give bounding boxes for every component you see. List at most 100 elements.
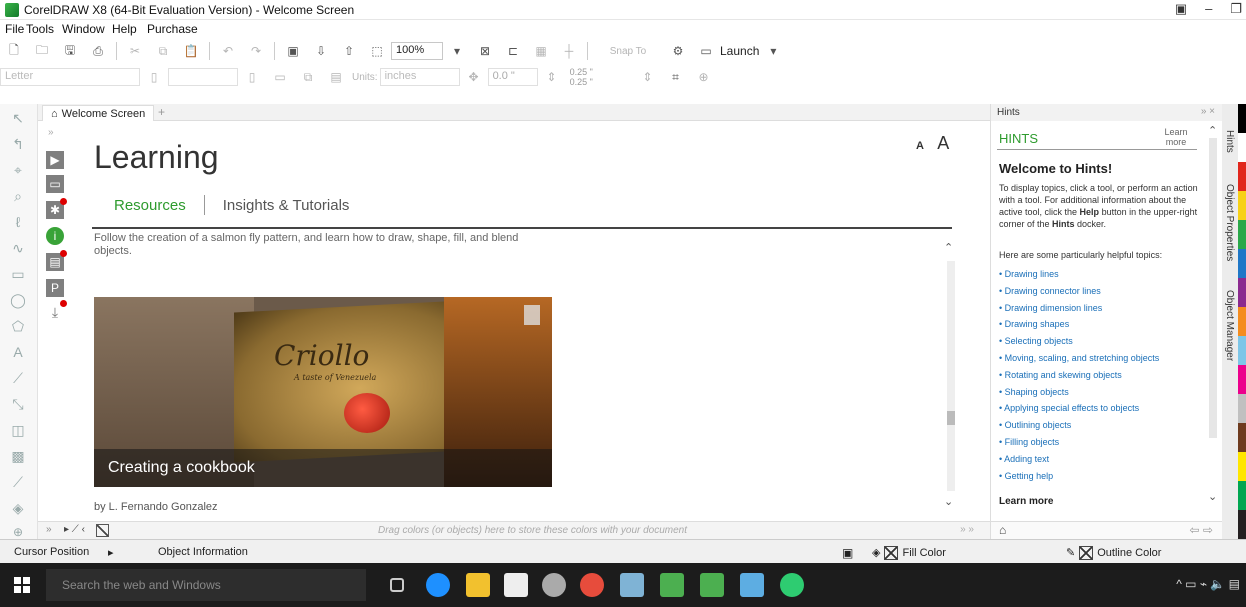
resource-card[interactable]: Criollo A taste of Venezuela Creating a … bbox=[94, 297, 552, 487]
open-icon[interactable]: 🗀 bbox=[34, 43, 50, 59]
transparency-tool-icon[interactable]: ▩ bbox=[8, 446, 28, 466]
palette-swatch[interactable] bbox=[1238, 336, 1246, 365]
menu-tools[interactable]: Tools bbox=[26, 22, 54, 36]
palette-swatch[interactable] bbox=[1238, 452, 1246, 481]
outline-indicator[interactable]: ✎ Outline Color bbox=[1066, 546, 1161, 561]
cut-icon[interactable]: ✂ bbox=[127, 43, 143, 59]
undo-icon[interactable]: ↶ bbox=[220, 43, 236, 59]
duplicate-y-field[interactable]: 0.25 " bbox=[570, 77, 630, 87]
docker-tab-object-properties[interactable]: Object Properties bbox=[1224, 184, 1235, 261]
expand-nav-icon[interactable]: » bbox=[48, 127, 54, 138]
palette-swatch[interactable] bbox=[1238, 510, 1246, 539]
scroll-down-chevron-icon[interactable]: ⌄ bbox=[944, 495, 953, 508]
topic-link[interactable]: • Adding text bbox=[999, 451, 1209, 468]
save-icon[interactable]: 🖫 bbox=[62, 43, 78, 59]
landscape-icon[interactable]: ▭ bbox=[272, 69, 288, 85]
add-frame-icon[interactable]: ⊕ bbox=[696, 69, 712, 85]
scroll-track[interactable] bbox=[947, 261, 955, 491]
zoom-level-field[interactable]: 100% bbox=[391, 42, 443, 60]
portrait-icon[interactable]: ▯ bbox=[244, 69, 260, 85]
nudge-spinner-icon[interactable]: ⇕ bbox=[544, 69, 560, 85]
palette-swatch[interactable] bbox=[1238, 220, 1246, 249]
corel-app-icon[interactable] bbox=[700, 573, 724, 597]
scroll-up-chevron-icon[interactable]: ⌃ bbox=[944, 241, 953, 254]
print-icon[interactable]: ⎙ bbox=[90, 43, 106, 59]
welcome-whats-new-icon[interactable]: ✱ bbox=[46, 198, 67, 219]
text-tool-icon[interactable]: A bbox=[8, 342, 28, 362]
edge-browser-icon[interactable] bbox=[426, 573, 450, 597]
topic-link[interactable]: • Moving, scaling, and stretching object… bbox=[999, 350, 1209, 367]
welcome-product-details-icon[interactable]: P bbox=[46, 279, 64, 297]
palette-swatch[interactable] bbox=[1238, 394, 1246, 423]
learn-more-link[interactable]: Learn more bbox=[1159, 127, 1193, 147]
duplicate-x-field[interactable]: 0.25 " bbox=[570, 67, 630, 77]
palette-swatch[interactable] bbox=[1238, 191, 1246, 220]
topic-link[interactable]: • Outlining objects bbox=[999, 417, 1209, 434]
coreldraw-taskbar-icon[interactable] bbox=[780, 573, 804, 597]
font-larger-button[interactable]: A bbox=[937, 133, 949, 153]
topic-link[interactable]: • Applying special effects to objects bbox=[999, 400, 1209, 417]
eyedropper-tool-icon[interactable]: ⟋ bbox=[8, 472, 28, 492]
hints-scroll-down-icon[interactable]: ⌄ bbox=[1208, 490, 1217, 503]
docker-tab-object-manager[interactable]: Object Manager bbox=[1224, 290, 1235, 361]
menu-purchase[interactable]: Purchase bbox=[147, 22, 198, 36]
topic-link[interactable]: • Rotating and skewing objects bbox=[999, 367, 1209, 384]
freehand-tool-icon[interactable]: ℓ bbox=[8, 212, 28, 232]
launch-button[interactable]: Launch bbox=[720, 44, 759, 58]
launch-icon[interactable]: ▭ bbox=[698, 43, 714, 59]
all-pages-icon[interactable]: ⧉ bbox=[300, 69, 316, 85]
palette-menu-icon[interactable]: » bbox=[46, 524, 52, 535]
task-view-icon[interactable] bbox=[390, 578, 404, 592]
search-content-icon[interactable]: ▣ bbox=[285, 43, 301, 59]
launch-chevron-icon[interactable]: ▾ bbox=[765, 43, 781, 59]
show-guidelines-icon[interactable]: ┼ bbox=[561, 43, 577, 59]
app-icon[interactable] bbox=[620, 573, 644, 597]
import-icon[interactable]: ⇩ bbox=[313, 43, 329, 59]
tab-welcome-screen[interactable]: ⌂ Welcome Screen bbox=[42, 105, 155, 121]
minimize-button[interactable]: – bbox=[1205, 1, 1212, 17]
docker-tab-hints[interactable]: Hints bbox=[1224, 130, 1235, 153]
ellipse-tool-icon[interactable]: ◯ bbox=[8, 290, 28, 310]
page-size-select[interactable]: Letter bbox=[0, 68, 140, 86]
docker-close-icon[interactable]: » × bbox=[1201, 106, 1215, 117]
crop-tool-icon[interactable]: ⌖ bbox=[8, 160, 28, 180]
units-select[interactable]: inches bbox=[379, 68, 460, 86]
palette-swatch[interactable] bbox=[1238, 423, 1246, 452]
fill-indicator[interactable]: ◈ Fill Color bbox=[872, 546, 946, 561]
hints-scroll-thumb[interactable] bbox=[1209, 138, 1217, 438]
taskbar-search-box[interactable]: Search the web and Windows bbox=[46, 569, 366, 601]
palette-swatch[interactable] bbox=[1238, 249, 1246, 278]
file-explorer-icon[interactable] bbox=[466, 573, 490, 597]
palette-swatch[interactable] bbox=[1238, 481, 1246, 510]
pick-tool-icon[interactable]: ↖ bbox=[8, 108, 28, 128]
topic-link[interactable]: • Shaping objects bbox=[999, 384, 1209, 401]
tab-resources[interactable]: Resources bbox=[114, 197, 186, 214]
palette-swatch[interactable] bbox=[1238, 307, 1246, 336]
topic-link[interactable]: • Drawing shapes bbox=[999, 316, 1209, 333]
tab-insights-tutorials[interactable]: Insights & Tutorials bbox=[223, 197, 350, 214]
home-icon[interactable]: ⌂ bbox=[999, 523, 1006, 537]
menu-file[interactable]: File bbox=[5, 22, 24, 36]
welcome-get-started-icon[interactable]: ▶ bbox=[46, 151, 64, 169]
welcome-gallery-icon[interactable]: ▤ bbox=[46, 250, 67, 271]
new-document-icon[interactable]: 🗋 bbox=[6, 43, 22, 59]
page-width-field[interactable] bbox=[168, 68, 238, 86]
full-screen-preview-icon[interactable]: ⊠ bbox=[477, 43, 493, 59]
drop-shadow-tool-icon[interactable]: ◫ bbox=[8, 420, 28, 440]
eyedropper-icon[interactable]: ▸ ⟋ ‹ bbox=[64, 524, 85, 535]
zoom-dropdown-chevron-icon[interactable]: ▾ bbox=[449, 43, 465, 59]
artistic-media-tool-icon[interactable]: ∿ bbox=[8, 238, 28, 258]
photo-app-icon[interactable] bbox=[740, 573, 764, 597]
zoom-tool-icon[interactable]: ⌕ bbox=[8, 186, 28, 206]
topic-link[interactable]: • Drawing connector lines bbox=[999, 283, 1209, 300]
topic-link[interactable]: • Drawing dimension lines bbox=[999, 300, 1209, 317]
palette-swatch[interactable] bbox=[1238, 133, 1246, 162]
options-gear-icon[interactable]: ⚙ bbox=[670, 43, 686, 59]
chrome-icon[interactable] bbox=[580, 573, 604, 597]
no-color-swatch[interactable] bbox=[96, 524, 109, 537]
rectangle-tool-icon[interactable]: ▭ bbox=[8, 264, 28, 284]
palette-swatch[interactable] bbox=[1238, 104, 1246, 133]
show-rulers-icon[interactable]: ⊏ bbox=[505, 43, 521, 59]
hints-scrollbar[interactable]: ⌃ ⌄ bbox=[1206, 124, 1220, 504]
paste-icon[interactable]: 📋 bbox=[183, 43, 199, 59]
